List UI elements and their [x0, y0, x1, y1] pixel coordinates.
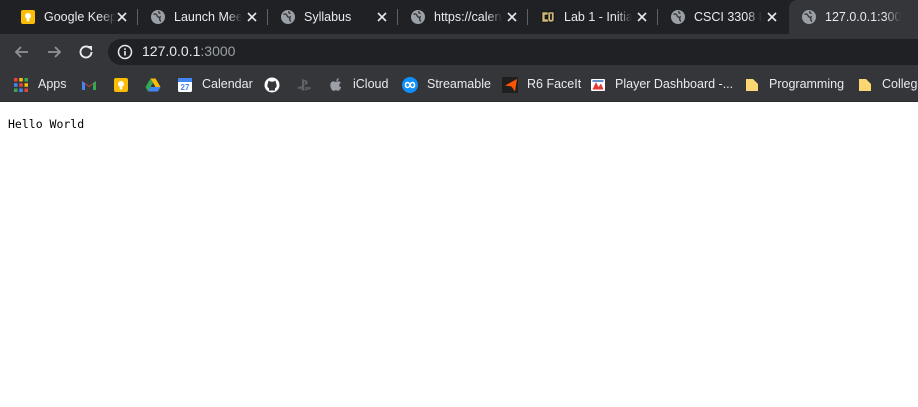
- close-tab-icon[interactable]: [766, 11, 778, 23]
- globe-icon: [411, 10, 425, 24]
- bookmarks-bar: Apps 27 Calendar iCloud Streamable R6 Fa…: [0, 70, 918, 102]
- tab-title: CSCI 3308 Lab: [694, 10, 762, 24]
- tab-title: Syllabus: [304, 10, 352, 24]
- site-info-icon[interactable]: [117, 44, 133, 60]
- close-tab-icon[interactable]: [376, 11, 388, 23]
- streamable-icon: [402, 77, 418, 93]
- bookmark-google-drive[interactable]: [145, 70, 161, 101]
- globe-icon: [151, 10, 165, 24]
- folder-icon: [859, 79, 871, 91]
- close-tab-icon[interactable]: [116, 11, 128, 23]
- close-tab-icon[interactable]: [506, 11, 518, 23]
- gmail-icon: [82, 81, 96, 90]
- bookmark-google-keep[interactable]: [113, 70, 129, 101]
- back-arrow-icon[interactable]: [12, 42, 32, 62]
- reload-icon[interactable]: [76, 42, 96, 62]
- globe-icon: [671, 10, 685, 24]
- tab-google-keep[interactable]: Google Keep: [8, 0, 138, 34]
- tab-title: 127.0.0.1:3000: [825, 10, 901, 24]
- bookmark-gmail[interactable]: [81, 70, 97, 101]
- forward-arrow-icon[interactable]: [44, 42, 64, 62]
- google-drive-icon: [145, 78, 161, 92]
- browser-toolbar: 127.0.0.1:3000: [0, 34, 918, 70]
- apps-grid-icon: [14, 78, 28, 92]
- bookmark-label: Calendar: [202, 77, 253, 91]
- bookmark-label: Player Dashboard -...: [615, 77, 734, 91]
- bookmark-github[interactable]: [264, 70, 280, 101]
- bookmark-label: Programming: [769, 77, 845, 91]
- globe-icon: [281, 10, 295, 24]
- tab-title: Launch Meeting: [174, 10, 242, 24]
- tab-calendar-url[interactable]: https://calendar: [398, 0, 528, 34]
- bookmark-label: College: [882, 77, 918, 91]
- globe-icon: [802, 10, 816, 24]
- tab-csci-3308-lab[interactable]: CSCI 3308 Lab: [658, 0, 788, 34]
- calendar-day-number: 27: [181, 83, 190, 92]
- faceit-icon: [502, 77, 518, 93]
- tab-localhost-active[interactable]: 127.0.0.1:3000: [789, 0, 918, 34]
- tab-launch-meeting[interactable]: Launch Meeting: [138, 0, 268, 34]
- bookmark-label: R6 FaceIt: [527, 77, 582, 91]
- playstation-icon: [297, 79, 311, 91]
- bookmark-label: Streamable: [427, 77, 491, 91]
- tab-strip: Google Keep Launch Meeting Syllabus: [0, 0, 918, 34]
- close-tab-icon[interactable]: [246, 11, 258, 23]
- github-icon: [264, 77, 280, 93]
- tab-lab-1[interactable]: Lab 1 - Initial: [528, 0, 658, 34]
- url-text[interactable]: 127.0.0.1:3000: [142, 43, 235, 59]
- folder-icon: [746, 79, 758, 91]
- tab-title: https://calendar: [434, 10, 502, 24]
- google-keep-icon: [21, 10, 35, 24]
- bookmark-label: Apps: [38, 77, 67, 91]
- tab-syllabus[interactable]: Syllabus: [268, 0, 398, 34]
- page-text: Hello World: [8, 117, 85, 131]
- google-calendar-icon: 27: [178, 78, 192, 92]
- bookmark-playstation[interactable]: [296, 70, 312, 101]
- dashboard-logo-icon: [591, 79, 605, 91]
- apple-icon: [330, 78, 342, 91]
- close-tab-icon[interactable]: [636, 11, 648, 23]
- google-keep-icon: [114, 78, 128, 92]
- address-bar[interactable]: 127.0.0.1:3000: [108, 39, 918, 65]
- cu-logo-icon: [541, 11, 555, 23]
- tab-title: Google Keep: [44, 10, 116, 24]
- url-host: 127.0.0.1: [142, 43, 201, 59]
- bookmark-label: iCloud: [353, 77, 389, 91]
- tab-title: Lab 1 - Initial: [564, 10, 632, 24]
- page-content: Hello World: [0, 103, 918, 407]
- url-port: :3000: [200, 43, 236, 59]
